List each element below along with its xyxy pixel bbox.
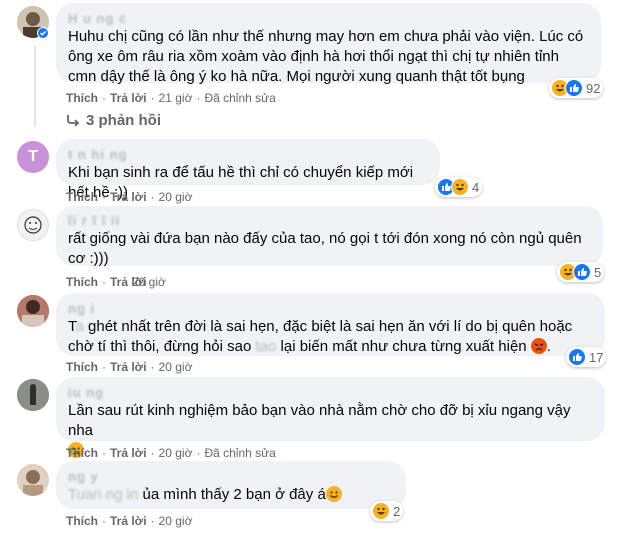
angry-emoji-icon — [530, 338, 547, 354]
comment-actions: Thích · Trả lời · 20 giờ — [66, 189, 192, 205]
comment-author[interactable]: ng i — [68, 300, 593, 317]
comment-actions: Thích · Trả lời · 20 giờ · Đã chỉnh sửa — [66, 445, 276, 461]
avatar[interactable] — [17, 464, 49, 496]
separator: · — [150, 446, 155, 460]
like-button[interactable]: Thích — [66, 360, 98, 374]
comment-text: Huhu chị cũng có lần như thế nhưng may h… — [68, 28, 584, 85]
comment-actions: Thích · Trả lời · 20 giờ — [66, 513, 192, 529]
separator: · — [150, 514, 155, 528]
comment-3-time-group: · 20 giờ — [120, 274, 166, 290]
comment-author[interactable]: H u ng c — [68, 10, 589, 27]
avatar[interactable] — [17, 295, 49, 327]
haha-reaction-icon — [451, 178, 469, 196]
verified-badge-icon — [37, 27, 49, 39]
comment-text-body: ủa mình thấy 2 bạn ở đây á — [142, 486, 326, 503]
comment-bubble: H u ng c Huhu chị cũng có lần như thế nh… — [56, 3, 601, 85]
comment-bubble: ng y Tuan ng in ủa mình thấy 2 bạn ở đây… — [56, 461, 406, 509]
separator: · — [102, 360, 106, 374]
timestamp[interactable]: 20 giờ — [159, 446, 193, 460]
avatar-drawing-icon — [24, 216, 42, 234]
like-reaction-icon — [568, 348, 586, 366]
reaction-count: 17 — [589, 349, 604, 365]
avatar[interactable] — [17, 209, 49, 241]
reaction-summary[interactable]: 4 — [435, 177, 483, 197]
separator: · — [150, 360, 155, 374]
reply-button[interactable]: Trả lời — [110, 446, 147, 460]
separator: · — [150, 91, 155, 105]
comment-author[interactable]: ng y — [68, 468, 394, 485]
redacted-text: tao — [255, 338, 277, 355]
redacted-text: Tuan ng in — [68, 486, 143, 503]
avatar-photo-icon — [17, 464, 49, 496]
like-button[interactable]: Thích — [66, 446, 98, 460]
view-replies-label: 3 phản hồi — [86, 112, 161, 129]
comment-author[interactable]: iu ng — [68, 384, 593, 401]
reaction-count: 5 — [594, 264, 602, 280]
separator: · — [102, 446, 106, 460]
comment-actions: Thích · Trả lời · 20 giờ — [66, 359, 192, 375]
comment-actions: Thích · Trả lời · 21 giờ · Đã chỉnh sửa — [66, 90, 276, 106]
comment-text: Tuan ng in ủa mình thấy 2 bạn ở đây á — [68, 485, 394, 505]
like-button[interactable]: Thích — [66, 275, 98, 289]
separator: · — [196, 91, 201, 105]
comment-bubble: ĩi r ĩ ĩ ii rất giống vài đứa bạn nào đấ… — [56, 206, 603, 267]
separator: · — [102, 275, 106, 289]
reply-button[interactable]: Trả lời — [110, 360, 147, 374]
separator: · — [102, 514, 106, 528]
reaction-summary[interactable]: 2 — [370, 501, 404, 521]
comment-bubble: iu ng Lần sau rút kinh nghiệm bảo bạn và… — [56, 377, 605, 458]
redacted-text: a — [75, 318, 84, 335]
reaction-count: 2 — [393, 503, 401, 519]
reply-arrow-icon — [67, 115, 80, 127]
haha-reaction-icon — [372, 502, 390, 520]
comment-text-prefix: T — [68, 318, 76, 335]
reaction-count: 4 — [472, 179, 480, 195]
reaction-summary[interactable]: 5 — [557, 262, 605, 282]
timestamp[interactable]: 21 giờ — [159, 91, 193, 105]
comment-text: Ta ghét nhất trên đời là sai hẹn, đặc bi… — [68, 317, 593, 357]
separator: · — [196, 446, 201, 460]
timestamp[interactable]: 20 giờ — [159, 514, 193, 528]
like-reaction-icon — [565, 79, 583, 97]
timestamp[interactable]: 20 giờ — [132, 275, 166, 289]
like-reaction-icon — [573, 263, 591, 281]
comment-text: rất giống vài đứa bạn nào đấy của tao, n… — [68, 230, 582, 267]
reply-button[interactable]: Trả lời — [110, 190, 147, 204]
avatar[interactable]: T — [17, 141, 49, 173]
avatar[interactable] — [17, 379, 49, 411]
edited-label: Đã chỉnh sửa — [204, 446, 276, 460]
comment-text-part-b: lại biến mất như chưa từng xuất hiện — [276, 338, 531, 355]
separator: · — [102, 91, 106, 105]
comment-bubble: ng i Ta ghét nhất trên đời là sai hẹn, đ… — [56, 293, 605, 356]
avatar-photo-icon — [17, 295, 49, 327]
smile-emoji-icon — [325, 486, 342, 502]
view-replies-link[interactable]: 3 phản hồi — [66, 112, 161, 129]
like-button[interactable]: Thích — [66, 190, 98, 204]
like-button[interactable]: Thích — [66, 514, 98, 528]
separator: · — [150, 190, 155, 204]
timestamp[interactable]: 20 giờ — [159, 190, 193, 204]
comment-text-suffix: . — [546, 338, 551, 355]
reply-button[interactable]: Trả lời — [110, 91, 147, 105]
separator: · — [102, 190, 106, 204]
comment-author[interactable]: ĩi r ĩ ĩ ii — [68, 212, 591, 229]
avatar-photo-icon — [17, 379, 49, 411]
timestamp[interactable]: 20 giờ — [159, 360, 193, 374]
comment-thread: H u ng c Huhu chị cũng có lần như thế nh… — [0, 0, 640, 533]
like-button[interactable]: Thích — [66, 91, 98, 105]
reaction-summary[interactable]: 92 — [549, 78, 604, 98]
avatar-letter: T — [28, 148, 38, 165]
comment-bubble: t n hi ng Khi bạn sinh ra để tấu hề thì … — [56, 139, 440, 201]
comment-author[interactable]: t n hi ng — [68, 146, 428, 163]
separator: · — [124, 275, 128, 289]
reaction-count: 92 — [586, 80, 601, 96]
reply-button[interactable]: Trả lời — [110, 514, 147, 528]
reply-thread-line — [34, 45, 36, 127]
reaction-summary[interactable]: 17 — [566, 347, 607, 367]
comment-text-body: Lần sau rút kinh nghiệm bảo bạn vào nhà … — [68, 402, 571, 439]
edited-label: Đã chỉnh sửa — [204, 91, 276, 105]
